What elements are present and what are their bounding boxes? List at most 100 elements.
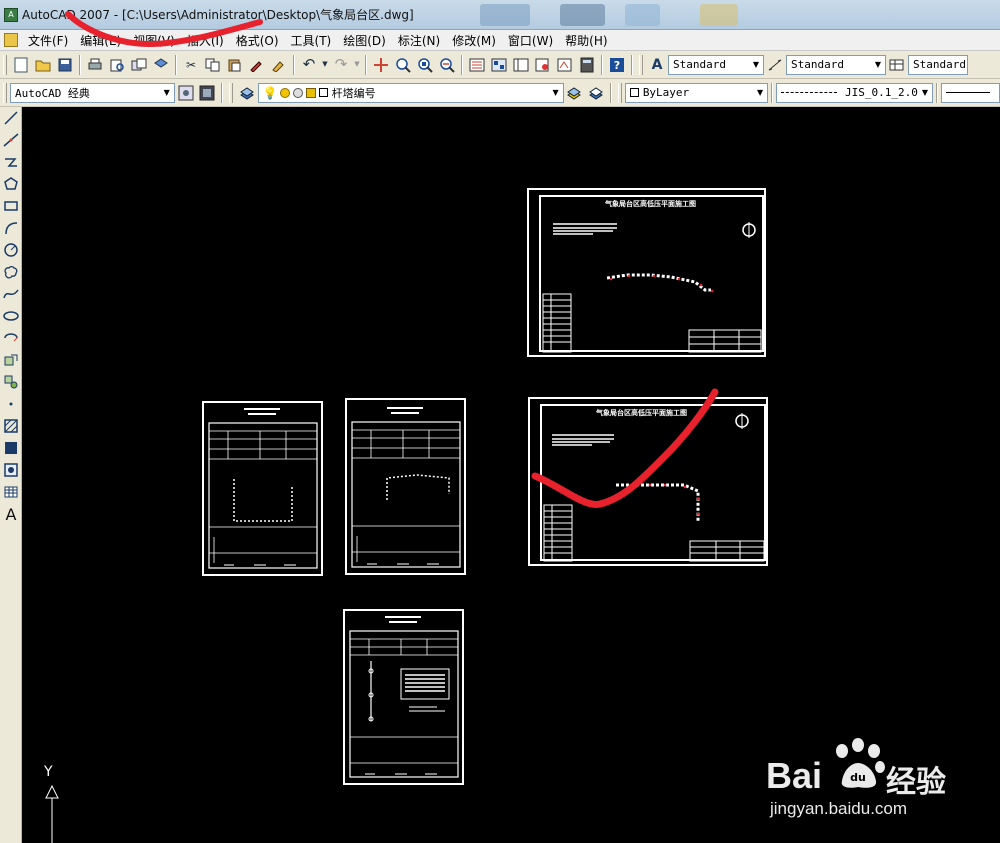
zoom-window-icon[interactable] bbox=[415, 55, 435, 75]
color-select[interactable]: ByLayer ▼ bbox=[624, 82, 769, 103]
menu-view[interactable]: 视图(V) bbox=[127, 32, 181, 49]
insert-block-icon[interactable] bbox=[1, 349, 21, 371]
undo-icon[interactable]: ↶ bbox=[299, 55, 319, 75]
redo-icon[interactable]: ↷ bbox=[331, 55, 351, 75]
menu-modify[interactable]: 修改(M) bbox=[446, 32, 502, 49]
3d-dwf-icon[interactable] bbox=[151, 55, 171, 75]
lineweight-select[interactable] bbox=[941, 82, 1000, 103]
drawing-sheet-portrait[interactable] bbox=[202, 401, 323, 576]
spline-icon[interactable] bbox=[1, 283, 21, 305]
workspace-settings-icon[interactable] bbox=[176, 83, 196, 103]
undo-dropdown-icon[interactable]: ▼ bbox=[321, 55, 329, 75]
polygon-icon[interactable] bbox=[1, 173, 21, 195]
toolbar-grip[interactable] bbox=[3, 82, 7, 103]
gradient-icon[interactable] bbox=[1, 437, 21, 459]
layer-select[interactable]: 💡 杆塔编号 ▼ bbox=[257, 82, 564, 103]
copy-icon[interactable] bbox=[203, 55, 223, 75]
linetype-select[interactable]: JIS_0.1_2.0 ▼ bbox=[776, 82, 933, 103]
drawing-sheet-portrait[interactable] bbox=[343, 609, 464, 785]
print-icon[interactable] bbox=[85, 55, 105, 75]
drawing-sheet-portrait[interactable] bbox=[345, 398, 466, 575]
text-style-select[interactable]: Standard ▼ bbox=[668, 54, 764, 75]
point-icon[interactable] bbox=[1, 393, 21, 415]
tool-palettes-icon[interactable] bbox=[511, 55, 531, 75]
design-center-icon[interactable] bbox=[489, 55, 509, 75]
chevron-down-icon[interactable]: ▼ bbox=[749, 56, 763, 74]
new-file-icon[interactable] bbox=[11, 55, 31, 75]
help-icon[interactable]: ? bbox=[607, 55, 627, 75]
autocad-window: A AutoCAD 2007 - [C:\Users\Administrator… bbox=[0, 0, 1000, 843]
zoom-previous-icon[interactable] bbox=[437, 55, 457, 75]
zoom-realtime-icon[interactable] bbox=[393, 55, 413, 75]
arc-icon[interactable] bbox=[1, 217, 21, 239]
make-block-icon[interactable] bbox=[1, 371, 21, 393]
line-icon[interactable] bbox=[1, 107, 21, 129]
menu-dimension[interactable]: 标注(N) bbox=[392, 32, 446, 49]
table-style-select[interactable]: Standard bbox=[908, 54, 968, 75]
menu-format[interactable]: 格式(O) bbox=[230, 32, 285, 49]
menu-insert[interactable]: 插入(I) bbox=[181, 32, 230, 49]
dimension-style-select[interactable]: Standard ▼ bbox=[786, 54, 886, 75]
ellipse-arc-icon[interactable] bbox=[1, 327, 21, 349]
layer-previous-icon[interactable] bbox=[586, 83, 606, 103]
open-folder-icon[interactable] bbox=[33, 55, 53, 75]
polyline-icon[interactable] bbox=[1, 151, 21, 173]
toolbar-grip[interactable] bbox=[639, 54, 643, 75]
lock-icon[interactable] bbox=[305, 87, 316, 98]
cut-icon[interactable]: ✂ bbox=[181, 55, 201, 75]
publish-icon[interactable] bbox=[129, 55, 149, 75]
redo-dropdown-icon[interactable]: ▼ bbox=[353, 55, 361, 75]
paste-icon[interactable] bbox=[225, 55, 245, 75]
dimension-style-icon[interactable] bbox=[765, 55, 785, 75]
pan-icon[interactable] bbox=[371, 55, 391, 75]
toolbar-grip[interactable] bbox=[617, 82, 622, 103]
chevron-down-icon[interactable]: ▼ bbox=[160, 84, 174, 102]
my-workspace-icon[interactable] bbox=[197, 83, 217, 103]
make-object-layer-current-icon[interactable] bbox=[565, 83, 585, 103]
multiline-text-icon[interactable]: A bbox=[1, 503, 21, 525]
drawing-sheet-landscape[interactable]: 气象局台区高低压平面施工图 bbox=[528, 397, 768, 566]
text-style-icon[interactable]: A bbox=[647, 55, 667, 75]
toolbar-separator bbox=[936, 82, 938, 103]
print-preview-icon[interactable] bbox=[107, 55, 127, 75]
region-icon[interactable] bbox=[1, 459, 21, 481]
properties-icon[interactable] bbox=[467, 55, 487, 75]
markup-set-manager-icon[interactable] bbox=[555, 55, 575, 75]
revision-cloud-icon[interactable] bbox=[1, 261, 21, 283]
menu-edit[interactable]: 编辑(E) bbox=[74, 32, 127, 49]
chevron-down-icon[interactable]: ▼ bbox=[549, 84, 563, 102]
construction-line-icon[interactable] bbox=[1, 129, 21, 151]
toolbar-separator bbox=[609, 82, 612, 103]
layer-properties-icon[interactable] bbox=[237, 83, 257, 103]
toolbar-grip[interactable] bbox=[229, 82, 233, 103]
chevron-down-icon[interactable]: ▼ bbox=[871, 56, 885, 74]
drawing-canvas[interactable]: 气象局台区高低压平面施工图 气象局台区高低压平面施工图 Y du Bai 经验 … bbox=[22, 107, 1000, 843]
circle-icon[interactable] bbox=[1, 239, 21, 261]
match-properties-icon[interactable] bbox=[247, 55, 267, 75]
chevron-down-icon[interactable]: ▼ bbox=[753, 84, 767, 102]
table-icon[interactable] bbox=[1, 481, 21, 503]
quickcalc-icon[interactable] bbox=[577, 55, 597, 75]
drawing-sheet-landscape[interactable]: 气象局台区高低压平面施工图 bbox=[527, 188, 766, 357]
menu-file[interactable]: 文件(F) bbox=[22, 32, 74, 49]
rectangle-icon[interactable] bbox=[1, 195, 21, 217]
ellipse-icon[interactable] bbox=[1, 305, 21, 327]
menu-tools[interactable]: 工具(T) bbox=[285, 32, 338, 49]
save-icon[interactable] bbox=[55, 55, 75, 75]
block-editor-icon[interactable] bbox=[269, 55, 289, 75]
viewport-freeze-icon[interactable] bbox=[292, 87, 303, 98]
workspace-select[interactable]: AutoCAD 经典 ▼ bbox=[9, 82, 175, 103]
autocad-app-icon[interactable]: A bbox=[4, 7, 18, 22]
title-bar: A AutoCAD 2007 - [C:\Users\Administrator… bbox=[0, 0, 1000, 30]
menu-help[interactable]: 帮助(H) bbox=[559, 32, 613, 49]
chevron-down-icon[interactable]: ▼ bbox=[918, 84, 932, 102]
menu-draw[interactable]: 绘图(D) bbox=[337, 32, 392, 49]
menu-window[interactable]: 窗口(W) bbox=[502, 32, 559, 49]
sheet-set-manager-icon[interactable] bbox=[533, 55, 553, 75]
lightbulb-icon[interactable]: 💡 bbox=[263, 86, 278, 100]
document-icon[interactable] bbox=[4, 33, 18, 47]
toolbar-grip[interactable] bbox=[3, 54, 7, 75]
table-style-icon[interactable] bbox=[887, 55, 907, 75]
hatch-icon[interactable] bbox=[1, 415, 21, 437]
sun-icon[interactable] bbox=[279, 87, 290, 98]
